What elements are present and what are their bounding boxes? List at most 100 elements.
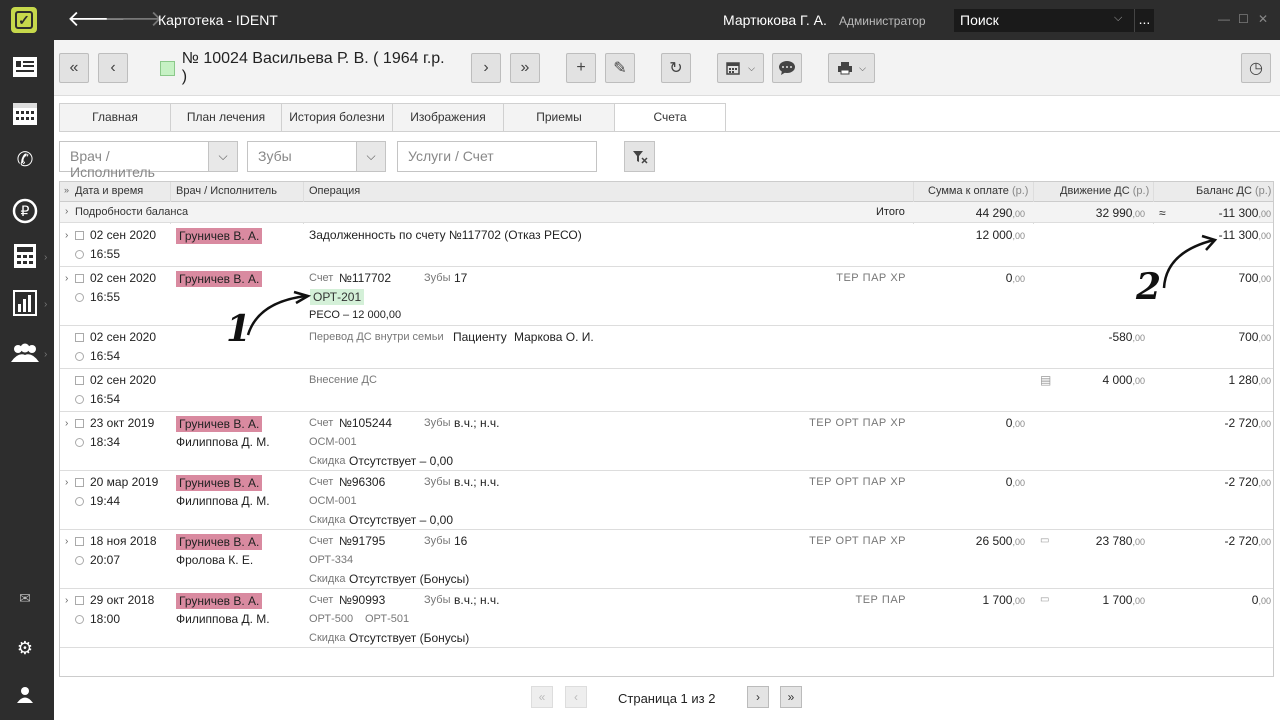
tab-medical-history[interactable]: История болезни (281, 103, 393, 131)
summary-row[interactable]: › Подробности баланса Итого 44 290,00 32… (60, 202, 1273, 223)
header-doctor[interactable]: Врач / Исполнитель (176, 185, 277, 197)
mail-icon[interactable]: ✉ (10, 583, 40, 613)
doctor-filter-input[interactable]: Врач / Исполнитель (59, 141, 209, 180)
annotation-arrow-one (246, 290, 312, 336)
svg-text:₽: ₽ (21, 204, 30, 220)
user-name[interactable]: Мартюкова Г. А. (723, 12, 827, 28)
search-more-button[interactable]: ... (1134, 9, 1154, 32)
services-filter-input[interactable]: Услуги / Счет (397, 141, 597, 172)
row-time: 19:44 (75, 494, 120, 508)
row-date: 23 окт 2019 (75, 416, 154, 430)
edit-pencil-icon[interactable]: ✎ (605, 53, 635, 83)
next-patient-button[interactable]: › (471, 53, 501, 83)
service-code[interactable]: ОРТ-334 (309, 554, 353, 566)
row-balance: -11 300,00 (1218, 228, 1271, 242)
tab-main[interactable]: Главная (59, 103, 171, 131)
reports-icon[interactable] (10, 288, 40, 318)
close-icon[interactable]: ✕ (1258, 12, 1268, 26)
row-doctor: Груничев В. А. (176, 534, 263, 550)
row-date: 02 сен 2020 (75, 271, 156, 285)
chevron-right-icon[interactable]: › (65, 595, 68, 606)
patient-card-icon[interactable] (10, 52, 40, 82)
phone-icon[interactable]: ✆ (10, 144, 40, 174)
calendar-icon[interactable] (10, 98, 40, 128)
calendar-icon (75, 537, 84, 546)
table-row[interactable]: › 20 мар 2019 19:44 Груничев В. А. Филип… (60, 471, 1273, 530)
print-dropdown-button[interactable]: ⌵ (828, 53, 875, 83)
tab-accounts[interactable]: Счета (614, 103, 726, 132)
tab-images[interactable]: Изображения (392, 103, 504, 131)
patient-header[interactable]: № 10024 Васильева Р. В. ( 1964 г.р. ) (160, 50, 449, 85)
row-doctor2: Филиппова Д. М. (176, 494, 270, 508)
history-icon[interactable]: ◷ (1241, 53, 1271, 83)
summary-total-label: Итого (876, 206, 905, 218)
discount-label: Скидка (309, 455, 346, 467)
service-code[interactable]: ОРТ-500 (309, 613, 353, 625)
service-code[interactable]: ОСМ-001 (309, 436, 357, 448)
comment-icon[interactable] (772, 53, 802, 83)
chevron-right-icon[interactable]: › (65, 273, 68, 284)
next-page-button[interactable]: › (747, 686, 769, 708)
header-operation[interactable]: Операция (309, 185, 360, 197)
ruble-icon[interactable]: ₽ (10, 196, 40, 226)
table-row[interactable]: › 29 окт 2018 18:00 Груничев В. А. Филип… (60, 589, 1273, 648)
profile-icon[interactable] (10, 680, 40, 710)
maximize-icon[interactable]: ☐ (1238, 12, 1249, 26)
service-code[interactable]: ОРТ-501 (365, 613, 409, 625)
sidebar: ✆ ₽ › › › ✉ ⚙ (0, 40, 54, 720)
row-date: 02 сен 2020 (75, 373, 156, 387)
row-time: 16:54 (75, 349, 120, 363)
last-page-button[interactable]: » (780, 686, 802, 708)
row-movement: -580,00 (1108, 330, 1145, 344)
search-input[interactable]: Поиск (954, 9, 1134, 32)
header-datetime[interactable]: Дата и время (75, 185, 143, 197)
chevron-right-icon[interactable]: › (65, 230, 68, 241)
chevron-right-icon[interactable]: › (65, 418, 68, 429)
table-row[interactable]: 02 сен 2020 16:54 Внесение ДС ▤ 4 000,00… (60, 369, 1273, 412)
tabs-divider (59, 131, 1280, 132)
first-page-button[interactable]: « (531, 686, 553, 708)
chevron-down-icon[interactable]: ⌵ (356, 141, 386, 172)
refresh-icon[interactable]: ↻ (661, 53, 691, 83)
service-code[interactable]: ОСМ-001 (309, 495, 357, 507)
tab-appointments[interactable]: Приемы (503, 103, 615, 131)
table-row[interactable]: › 23 окт 2019 18:34 Груничев В. А. Филип… (60, 412, 1273, 471)
gear-icon[interactable]: ⚙ (10, 633, 40, 663)
table-row[interactable]: › 18 ноя 2018 20:07 Груничев В. А. Фроло… (60, 530, 1273, 589)
collapse-all-icon[interactable]: » (64, 185, 69, 195)
chevron-down-icon[interactable]: ⌵ (208, 141, 238, 172)
service-code[interactable]: ОРТ-201 (310, 289, 365, 305)
toolbar: « ‹ № 10024 Васильева Р. В. ( 1964 г.р. … (54, 40, 1280, 96)
header-balance[interactable]: Баланс ДС (р.) (1196, 185, 1271, 197)
prev-page-button[interactable]: ‹ (565, 686, 587, 708)
forward-arrow-icon[interactable]: 🡒 (104, 8, 163, 30)
app-logo-icon[interactable]: ✓ (11, 7, 37, 33)
title-bar: ✓ 🡐 🡒 Картотека - IDENT Мартюкова Г. А. … (0, 0, 1280, 40)
tab-treatment-plan[interactable]: План лечения (170, 103, 282, 131)
users-icon[interactable] (10, 338, 40, 368)
account-number[interactable]: №90993 (339, 593, 385, 607)
header-movement[interactable]: Движение ДС (р.) (1060, 185, 1149, 197)
row-date: 20 мар 2019 (75, 475, 158, 489)
table-row[interactable]: › 02 сен 2020 16:55 Груничев В. А. Задол… (60, 224, 1273, 267)
add-button[interactable]: + (566, 53, 596, 83)
minimize-icon[interactable]: — (1218, 12, 1230, 26)
first-patient-button[interactable]: « (59, 53, 89, 83)
chevron-right-icon[interactable]: › (65, 536, 68, 547)
account-number[interactable]: №117702 (339, 271, 391, 285)
header-sum[interactable]: Сумма к оплате (р.) (928, 185, 1028, 197)
filter-clear-icon[interactable] (624, 141, 655, 172)
chevron-right-icon[interactable]: › (65, 477, 68, 488)
account-number[interactable]: №105244 (339, 416, 392, 430)
calculator-icon[interactable] (10, 241, 40, 271)
prev-patient-button[interactable]: ‹ (98, 53, 128, 83)
discount-value: Отсутствует – 0,00 (349, 454, 453, 468)
account-number[interactable]: №91795 (339, 534, 385, 548)
chevron-right-icon[interactable]: › (65, 206, 68, 217)
last-patient-button[interactable]: » (510, 53, 540, 83)
calendar-dropdown-button[interactable]: ⌵ (717, 53, 764, 83)
chevron-down-icon[interactable]: ⌵ (1114, 12, 1122, 25)
clock-icon (75, 438, 84, 447)
teeth-filter-input[interactable]: Зубы (247, 141, 367, 172)
account-number[interactable]: №96306 (339, 475, 385, 489)
